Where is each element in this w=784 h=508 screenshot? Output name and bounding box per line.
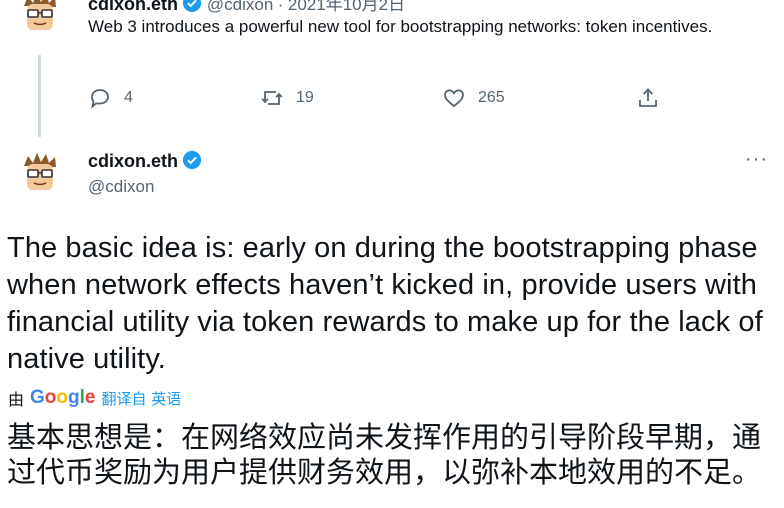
parent-avatar[interactable] (18, 0, 62, 39)
main-header: cdixon.eth (88, 150, 202, 172)
verified-badge-icon (183, 0, 202, 13)
translated-text: 基本思想是：在网络效应尚未发挥作用的引导阶段早期，通过代币奖励为用户提供财务效用… (7, 420, 762, 489)
avatar-illustration (24, 153, 56, 190)
parent-date[interactable]: 2021年10月2日 (288, 0, 405, 14)
heart-icon (444, 89, 464, 108)
more-options-icon[interactable]: ··· (745, 148, 768, 171)
main-avatar[interactable] (18, 150, 62, 199)
main-display-name[interactable]: cdixon.eth (88, 151, 178, 171)
main-handle[interactable]: @cdixon (88, 177, 154, 197)
retweet-action[interactable]: 19 (260, 86, 314, 110)
share-action[interactable] (636, 86, 660, 110)
google-logo: Google (30, 387, 96, 408)
parent-tweet-text: Web 3 introduces a powerful new tool for… (88, 17, 713, 36)
like-action[interactable]: 265 (442, 86, 505, 110)
thread-connector-line (38, 55, 41, 137)
translation-prefix: 由 (8, 390, 25, 409)
main-tweet-text: The basic idea is: early on during the b… (7, 232, 763, 375)
avatar-illustration (24, 0, 56, 30)
reply-count: 4 (124, 89, 133, 106)
parent-handle[interactable]: @cdixon (207, 0, 273, 14)
reply-action[interactable]: 4 (88, 86, 133, 110)
share-icon (639, 88, 657, 107)
like-count: 265 (478, 89, 505, 106)
retweet-icon (261, 91, 283, 105)
translation-attribution: 由 Google 翻译自 英语 (8, 386, 181, 410)
retweet-count: 19 (296, 89, 314, 106)
translated-from-label[interactable]: 翻译自 英语 (101, 388, 181, 409)
verified-badge-icon (183, 150, 202, 170)
reply-icon (91, 89, 109, 109)
parent-display-name[interactable]: cdixon.eth (88, 0, 178, 14)
parent-action-bar: 4 19 265 (88, 86, 688, 112)
